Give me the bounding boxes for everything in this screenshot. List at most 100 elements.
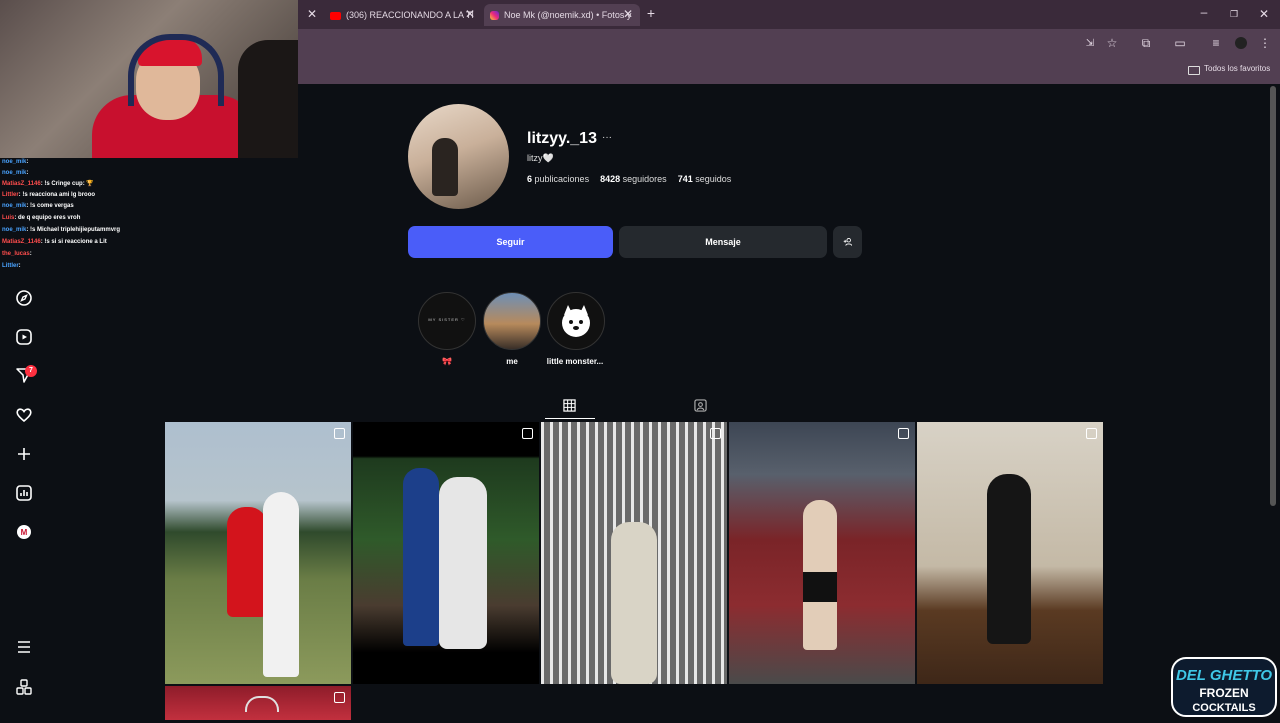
chat-message: : [26,159,29,165]
chat-message: : !s reacciona ami lg brooo [18,192,96,198]
chat-message: : [29,251,32,257]
reels-icon[interactable] [15,328,33,346]
post-person [227,507,267,617]
chat-user: Littler [2,192,19,198]
add-person-icon [843,238,852,246]
grid-tab-underline [545,418,595,419]
followers-label[interactable]: seguidores [623,174,667,184]
menu-icon[interactable]: ⋮ [1257,36,1273,50]
post-person [439,477,487,649]
chat-overlay: noe_mik: noe_mik: MatiasZ_1146: !s Cring… [0,158,298,278]
star-icon[interactable]: ☆ [1104,36,1120,50]
multiple-images-icon [1086,428,1097,439]
close-tab-icon[interactable]: ✕ [620,7,636,21]
post-person [987,474,1031,644]
following-count[interactable]: 741 [678,174,693,184]
posts-count: 6 [527,174,533,184]
svg-text:FROZEN: FROZEN [1199,686,1248,700]
message-button[interactable]: Mensaje [619,226,827,258]
more-options-button[interactable]: ··· [602,132,612,143]
chat-line: MatiasZ_1146: !s si si reaccione a Lit [2,238,107,246]
media-icon[interactable]: ≡ [1208,36,1224,50]
chat-line: noe_mik: !s Michael triplehijieputammvrg [2,226,120,234]
post-thumbnail[interactable] [165,686,351,720]
followers-count[interactable]: 8428 [600,174,620,184]
chat-user: Luis [2,215,15,221]
notification-badge: 7 [25,365,37,377]
address-bar: ⇲ ☆ ⧉ ▭ ≡ ⋮ [298,29,1280,57]
close-window-icon[interactable]: ✕ [1256,7,1272,21]
post-thumbnail[interactable] [729,422,915,684]
profile-avatar[interactable] [1235,37,1247,49]
profile-avatar-icon[interactable]: M [15,523,33,541]
tab-label: Noe Mk (@noemik.xd) • Fotos y [504,10,632,20]
chat-line: noe_mik: [2,169,28,177]
new-tab-button[interactable]: + [643,6,659,20]
youtube-icon [330,11,341,20]
multiple-images-icon [334,428,345,439]
post-person [263,492,299,677]
avatar-figure [432,138,458,196]
chat-message: : !s Michael triplehijieputammvrg [26,227,121,233]
highlight-1[interactable]: MY SISTER ♡ [418,292,476,350]
highlight-2[interactable] [483,292,541,350]
chat-message: : !s si si reaccione a Lit [40,239,107,245]
sponsor-logo: DEL GHETTO FROZEN COCKTAILS [1170,654,1278,718]
chat-message: : [18,263,21,269]
extensions-icon[interactable]: ⧉ [1138,36,1154,50]
chat-line: noe_mik: !s come vergas [2,202,74,210]
post-thumbnail[interactable] [165,422,351,684]
chat-user: MatiasZ_1146 [2,181,41,187]
close-tab-icon[interactable]: ✕ [462,7,478,21]
post-thumbnail[interactable] [541,422,727,684]
instagram-icon [490,11,499,21]
chat-user: noe_mik [2,227,27,233]
folder-icon [1188,66,1200,75]
grid-tab-icon[interactable] [563,399,576,412]
all-bookmarks-link[interactable]: Todos los favoritos [1204,64,1270,73]
tagged-tab-icon[interactable] [694,399,707,412]
cartoon-cat-icon [562,305,590,337]
tab-instagram[interactable]: Noe Mk (@noemik.xd) • Fotos y [484,4,640,26]
chat-line: noe_mik: [2,158,28,166]
restore-icon[interactable]: ❐ [1226,7,1242,21]
highlight-cover-text: MY SISTER ♡ [428,317,466,322]
multiple-images-icon [334,692,345,703]
background-person [238,40,298,158]
multiple-images-icon [898,428,909,439]
threads-apps-icon[interactable] [15,678,33,696]
dashboard-icon[interactable] [15,484,33,502]
bookmarks-bar: Todos los favoritos [298,57,1280,84]
chat-user: the_lucas [2,251,30,257]
suggest-user-button[interactable] [833,226,862,258]
close-tab-icon[interactable]: ✕ [304,7,320,21]
chat-user: Littler [2,263,19,269]
scrollbar[interactable] [1270,86,1276,506]
highlight-3[interactable] [547,292,605,350]
create-icon[interactable] [15,445,33,463]
browser-tab-bar: ✕ (306) REACCIONANDO A LA TI ✕ Noe Mk (@… [298,0,1280,29]
post-skirt [803,572,837,602]
follow-button[interactable]: Seguir [408,226,613,258]
chat-message: : !s Cringe cup: 🏆 [40,181,94,187]
minimize-icon[interactable]: – [1196,5,1212,19]
chat-user: MatiasZ_1146 [2,239,41,245]
tab-youtube[interactable]: (306) REACCIONANDO A LA TI [326,4,476,26]
explore-icon[interactable] [15,289,33,307]
chat-user: noe_mik [2,159,27,165]
profile-avatar[interactable] [408,104,509,209]
hamburger-menu-icon[interactable] [15,638,33,656]
heart-icon[interactable] [15,406,33,424]
tiara-icon [245,696,279,712]
chat-line: MatiasZ_1146: !s Cringe cup: 🏆 [2,180,94,188]
side-panel-icon[interactable]: ▭ [1172,36,1188,50]
chat-message: : de q equipo eres vroh [14,215,81,221]
stats-row: 6 publicaciones 8428 seguidores 741 segu… [527,174,731,184]
install-app-icon[interactable]: ⇲ [1082,37,1098,51]
chat-line: Luis: de q equipo eres vroh [2,214,80,222]
post-person [403,468,439,646]
post-thumbnail[interactable] [353,422,539,684]
post-thumbnail[interactable] [917,422,1103,684]
highlight-label: little monster... [546,357,604,366]
following-label[interactable]: seguidos [695,174,731,184]
